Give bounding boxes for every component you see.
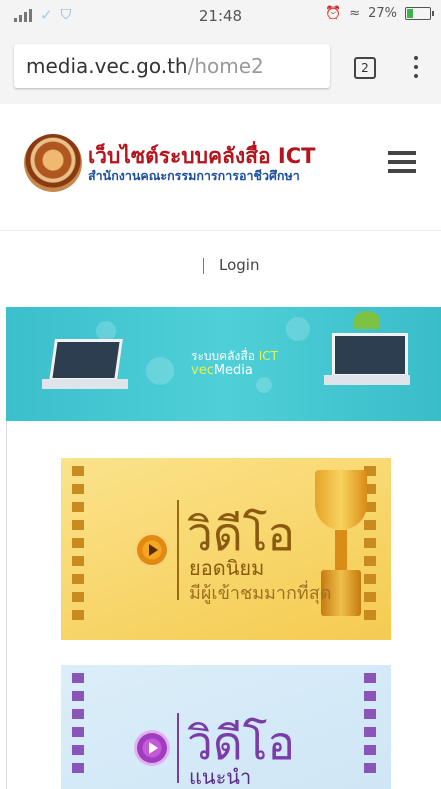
site-header: เว็บไซต์ระบบคลังสื่อ ICT สำนักงานคณะกรรม…	[0, 104, 441, 231]
banner-brand: vecMedia	[191, 363, 253, 378]
hero-banner: ระบบคลังสื่อ ICT vecMedia	[6, 307, 441, 421]
url-domain: media.vec.go.th	[26, 54, 188, 78]
film-strip-left	[67, 665, 89, 789]
banner-brand-accent: vec	[191, 363, 214, 378]
play-icon	[137, 733, 167, 763]
divider	[177, 713, 179, 783]
hamburger-menu-icon[interactable]	[388, 151, 416, 175]
tab-switcher-button[interactable]: 2	[354, 57, 376, 79]
login-row: Login	[0, 231, 441, 307]
more-vert-icon[interactable]	[414, 56, 420, 78]
banner-deco	[146, 357, 174, 385]
banner-deco	[256, 377, 272, 393]
battery-icon	[405, 7, 434, 20]
film-strip-right	[359, 665, 381, 789]
divider	[177, 500, 179, 600]
login-link[interactable]: Login	[219, 256, 259, 274]
laptop-screen	[332, 333, 408, 377]
divider	[203, 258, 204, 274]
url-path: /home2	[187, 54, 264, 78]
site-subtitle: สำนักงานคณะกรรมการการอาชีวศึกษา	[88, 168, 300, 183]
banner-line1-accent: ICT	[258, 349, 278, 363]
wifi-icon: ≈	[349, 6, 361, 21]
play-icon	[137, 535, 167, 565]
laptop-illustration-left	[36, 335, 128, 393]
banner-deco	[286, 317, 310, 341]
status-right: ⏰ ≈ 27%	[325, 6, 434, 21]
recommended-videos-card[interactable]: วิดีโอ แนะนำ	[61, 665, 391, 789]
card-subtitle: แนะนำ	[189, 765, 252, 789]
browser-toolbar: media.vec.go.th/home2 2	[0, 30, 441, 105]
alarm-clock-icon: ⏰	[325, 6, 342, 21]
banner-brand-text: Media	[213, 363, 253, 378]
popular-videos-card[interactable]: วิดีโอ ยอดนิยม มีผู้เข้าชมมากที่สุด	[61, 458, 391, 640]
address-bar[interactable]: media.vec.go.th/home2	[14, 44, 330, 88]
battery-percent: 27%	[368, 6, 397, 21]
laptop-screen	[49, 339, 123, 381]
battery-fill	[407, 9, 414, 18]
card-caption: มีผู้เข้าชมมากที่สุด	[189, 583, 332, 604]
status-bar: ✓ ⛉ 21:48 ⏰ ≈ 27%	[0, 0, 441, 30]
vec-seal-logo[interactable]	[24, 134, 82, 192]
laptop-illustration-right	[324, 325, 416, 387]
banner-line1: ระบบคลังสื่อ	[191, 349, 255, 363]
laptop-keyboard	[42, 379, 128, 389]
laptop-keyboard	[324, 375, 410, 385]
film-strip-left	[67, 458, 89, 640]
